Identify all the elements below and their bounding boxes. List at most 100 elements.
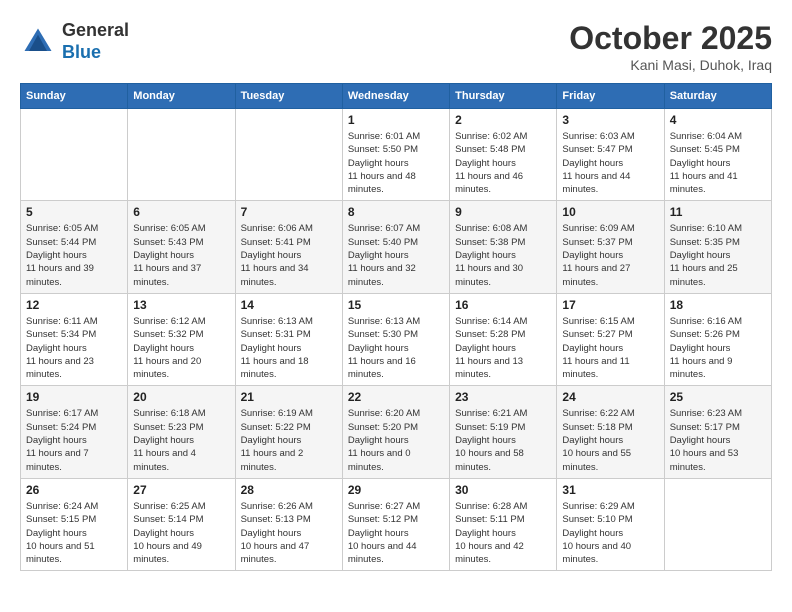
day-number: 19 (26, 390, 122, 404)
calendar-week-row: 12 Sunrise: 6:11 AMSunset: 5:34 PMDayligh… (21, 293, 772, 385)
calendar-week-row: 1 Sunrise: 6:01 AMSunset: 5:50 PMDaylight… (21, 109, 772, 201)
calendar-cell: 22 Sunrise: 6:20 AMSunset: 5:20 PMDayligh… (342, 386, 449, 478)
weekday-header: Sunday (21, 84, 128, 109)
calendar-cell: 7 Sunrise: 6:06 AMSunset: 5:41 PMDaylight… (235, 201, 342, 293)
day-info: Sunrise: 6:20 AMSunset: 5:20 PMDaylight … (348, 407, 444, 473)
calendar-cell (128, 109, 235, 201)
calendar-cell: 27 Sunrise: 6:25 AMSunset: 5:14 PMDayligh… (128, 478, 235, 570)
day-info: Sunrise: 6:27 AMSunset: 5:12 PMDaylight … (348, 500, 444, 566)
calendar-cell: 28 Sunrise: 6:26 AMSunset: 5:13 PMDayligh… (235, 478, 342, 570)
weekday-header: Tuesday (235, 84, 342, 109)
calendar-cell (664, 478, 771, 570)
day-info: Sunrise: 6:25 AMSunset: 5:14 PMDaylight … (133, 500, 229, 566)
day-number: 2 (455, 113, 551, 127)
day-number: 12 (26, 298, 122, 312)
calendar-table: SundayMondayTuesdayWednesdayThursdayFrid… (20, 83, 772, 571)
calendar-cell: 14 Sunrise: 6:13 AMSunset: 5:31 PMDayligh… (235, 293, 342, 385)
day-info: Sunrise: 6:19 AMSunset: 5:22 PMDaylight … (241, 407, 337, 473)
calendar-cell: 6 Sunrise: 6:05 AMSunset: 5:43 PMDaylight… (128, 201, 235, 293)
day-number: 4 (670, 113, 766, 127)
day-number: 23 (455, 390, 551, 404)
day-info: Sunrise: 6:02 AMSunset: 5:48 PMDaylight … (455, 130, 551, 196)
day-number: 6 (133, 205, 229, 219)
day-info: Sunrise: 6:29 AMSunset: 5:10 PMDaylight … (562, 500, 658, 566)
calendar-cell: 2 Sunrise: 6:02 AMSunset: 5:48 PMDaylight… (450, 109, 557, 201)
calendar-week-row: 19 Sunrise: 6:17 AMSunset: 5:24 PMDayligh… (21, 386, 772, 478)
calendar-cell: 5 Sunrise: 6:05 AMSunset: 5:44 PMDaylight… (21, 201, 128, 293)
calendar-cell: 12 Sunrise: 6:11 AMSunset: 5:34 PMDayligh… (21, 293, 128, 385)
day-info: Sunrise: 6:13 AMSunset: 5:31 PMDaylight … (241, 315, 337, 381)
day-info: Sunrise: 6:18 AMSunset: 5:23 PMDaylight … (133, 407, 229, 473)
day-number: 18 (670, 298, 766, 312)
day-number: 15 (348, 298, 444, 312)
day-number: 13 (133, 298, 229, 312)
calendar-cell: 23 Sunrise: 6:21 AMSunset: 5:19 PMDayligh… (450, 386, 557, 478)
day-info: Sunrise: 6:14 AMSunset: 5:28 PMDaylight … (455, 315, 551, 381)
day-number: 20 (133, 390, 229, 404)
calendar-cell: 4 Sunrise: 6:04 AMSunset: 5:45 PMDaylight… (664, 109, 771, 201)
day-info: Sunrise: 6:21 AMSunset: 5:19 PMDaylight … (455, 407, 551, 473)
calendar-cell: 25Sunrise: 6:23 AMSunset: 5:17 PMDayligh… (664, 386, 771, 478)
day-info: Sunrise: 6:26 AMSunset: 5:13 PMDaylight … (241, 500, 337, 566)
calendar-cell: 16 Sunrise: 6:14 AMSunset: 5:28 PMDayligh… (450, 293, 557, 385)
day-info: Sunrise: 6:12 AMSunset: 5:32 PMDaylight … (133, 315, 229, 381)
day-info: Sunrise: 6:11 AMSunset: 5:34 PMDaylight … (26, 315, 122, 381)
month-title: October 2025 (569, 20, 772, 57)
day-info: Sunrise: 6:16 AMSunset: 5:26 PMDaylight … (670, 315, 766, 381)
calendar-cell: 29Sunrise: 6:27 AMSunset: 5:12 PMDayligh… (342, 478, 449, 570)
calendar-week-row: 5 Sunrise: 6:05 AMSunset: 5:44 PMDaylight… (21, 201, 772, 293)
logo-text: General Blue (62, 20, 129, 63)
logo: General Blue (20, 20, 129, 63)
title-block: October 2025 Kani Masi, Duhok, Iraq (569, 20, 772, 73)
day-number: 22 (348, 390, 444, 404)
calendar-cell: 17Sunrise: 6:15 AMSunset: 5:27 PMDayligh… (557, 293, 664, 385)
weekday-header: Monday (128, 84, 235, 109)
day-number: 26 (26, 483, 122, 497)
day-info: Sunrise: 6:13 AMSunset: 5:30 PMDaylight … (348, 315, 444, 381)
day-number: 11 (670, 205, 766, 219)
day-number: 9 (455, 205, 551, 219)
day-number: 27 (133, 483, 229, 497)
day-info: Sunrise: 6:04 AMSunset: 5:45 PMDaylight … (670, 130, 766, 196)
day-number: 30 (455, 483, 551, 497)
calendar-cell (21, 109, 128, 201)
weekday-header: Thursday (450, 84, 557, 109)
calendar-cell: 18 Sunrise: 6:16 AMSunset: 5:26 PMDayligh… (664, 293, 771, 385)
day-info: Sunrise: 6:09 AMSunset: 5:37 PMDaylight … (562, 222, 658, 288)
day-number: 28 (241, 483, 337, 497)
calendar-cell: 26Sunrise: 6:24 AMSunset: 5:15 PMDayligh… (21, 478, 128, 570)
day-number: 7 (241, 205, 337, 219)
day-info: Sunrise: 6:15 AMSunset: 5:27 PMDaylight … (562, 315, 658, 381)
day-number: 25 (670, 390, 766, 404)
day-info: Sunrise: 6:05 AMSunset: 5:44 PMDaylight … (26, 222, 122, 288)
calendar-cell: 13 Sunrise: 6:12 AMSunset: 5:32 PMDayligh… (128, 293, 235, 385)
day-info: Sunrise: 6:06 AMSunset: 5:41 PMDaylight … (241, 222, 337, 288)
calendar-cell: 24 Sunrise: 6:22 AMSunset: 5:18 PMDayligh… (557, 386, 664, 478)
page-header: General Blue October 2025 Kani Masi, Duh… (20, 20, 772, 73)
calendar-week-row: 26Sunrise: 6:24 AMSunset: 5:15 PMDayligh… (21, 478, 772, 570)
day-info: Sunrise: 6:17 AMSunset: 5:24 PMDaylight … (26, 407, 122, 473)
day-number: 8 (348, 205, 444, 219)
calendar-cell: 8 Sunrise: 6:07 AMSunset: 5:40 PMDaylight… (342, 201, 449, 293)
day-number: 24 (562, 390, 658, 404)
calendar-cell: 20 Sunrise: 6:18 AMSunset: 5:23 PMDayligh… (128, 386, 235, 478)
day-info: Sunrise: 6:08 AMSunset: 5:38 PMDaylight … (455, 222, 551, 288)
weekday-header-row: SundayMondayTuesdayWednesdayThursdayFrid… (21, 84, 772, 109)
calendar-cell: 15 Sunrise: 6:13 AMSunset: 5:30 PMDayligh… (342, 293, 449, 385)
logo-icon (20, 24, 56, 60)
calendar-cell: 9 Sunrise: 6:08 AMSunset: 5:38 PMDaylight… (450, 201, 557, 293)
calendar-cell (235, 109, 342, 201)
day-number: 16 (455, 298, 551, 312)
day-number: 5 (26, 205, 122, 219)
day-number: 14 (241, 298, 337, 312)
day-number: 1 (348, 113, 444, 127)
day-info: Sunrise: 6:07 AMSunset: 5:40 PMDaylight … (348, 222, 444, 288)
day-info: Sunrise: 6:01 AMSunset: 5:50 PMDaylight … (348, 130, 444, 196)
calendar-cell: 10Sunrise: 6:09 AMSunset: 5:37 PMDayligh… (557, 201, 664, 293)
day-info: Sunrise: 6:05 AMSunset: 5:43 PMDaylight … (133, 222, 229, 288)
weekday-header: Wednesday (342, 84, 449, 109)
day-info: Sunrise: 6:03 AMSunset: 5:47 PMDaylight … (562, 130, 658, 196)
day-number: 3 (562, 113, 658, 127)
day-info: Sunrise: 6:22 AMSunset: 5:18 PMDaylight … (562, 407, 658, 473)
calendar-cell: 19 Sunrise: 6:17 AMSunset: 5:24 PMDayligh… (21, 386, 128, 478)
